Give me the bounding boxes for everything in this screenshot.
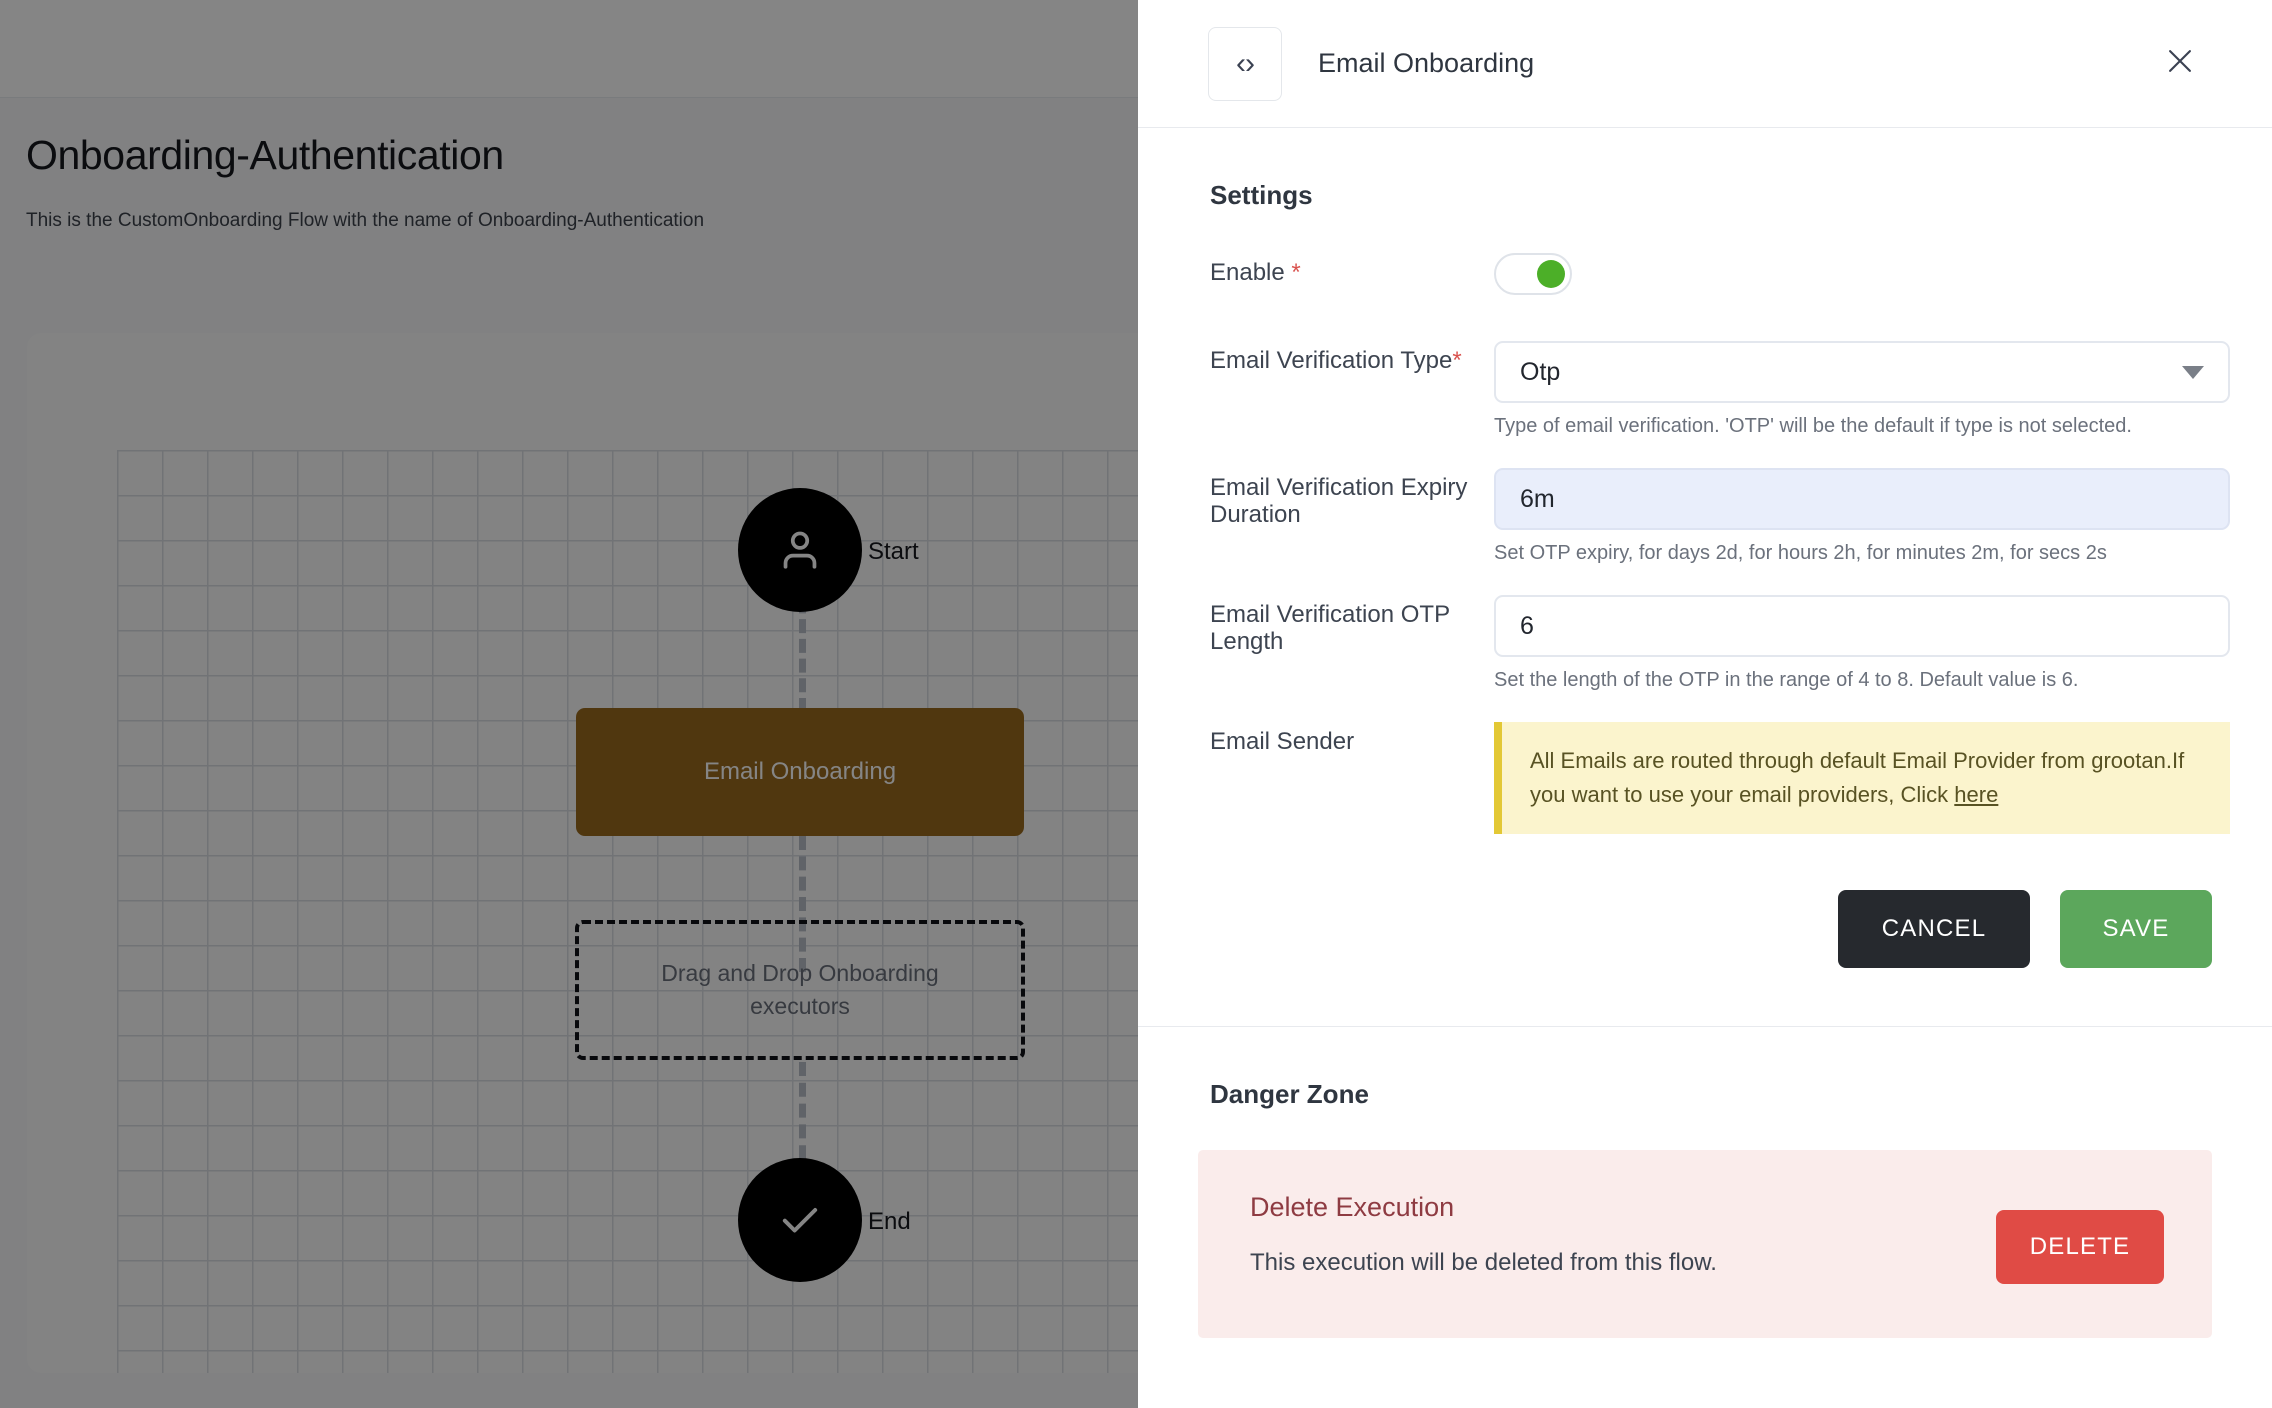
cancel-button[interactable]: CANCEL <box>1838 890 2030 969</box>
delete-execution-title: Delete Execution <box>1250 1192 1455 1223</box>
otp-length-input[interactable]: 6 <box>1494 595 2230 657</box>
field-otp-length-control: 6 Set the length of the OTP in the range… <box>1472 595 2230 720</box>
required-asterisk: * <box>1452 347 1462 374</box>
field-verification-type-control: Otp Type of email verification. 'OTP' wi… <box>1472 341 2230 466</box>
code-brackets-icon: ‹› <box>1236 46 1255 80</box>
save-button[interactable]: SAVE <box>2060 890 2212 969</box>
verification-type-select[interactable]: Otp <box>1494 341 2230 403</box>
code-view-button[interactable]: ‹› <box>1208 26 1282 101</box>
enable-toggle-knob <box>1537 260 1565 288</box>
field-verification-type-label: Email Verification Type* <box>1210 341 1472 466</box>
expiry-duration-helper: Set OTP expiry, for days 2d, for hours 2… <box>1494 542 2107 564</box>
email-onboarding-panel: ‹› Email Onboarding Settings Enable * Em… <box>1138 0 2272 1408</box>
email-sender-notice-text: All Emails are routed through default Em… <box>1530 748 2185 808</box>
field-email-sender-control: All Emails are routed through default Em… <box>1472 722 2230 835</box>
delete-button[interactable]: DELETE <box>1996 1210 2164 1285</box>
panel-title: Email Onboarding <box>1318 48 1535 78</box>
settings-heading: Settings <box>1210 180 1313 210</box>
field-verification-type-label-text: Email Verification Type <box>1210 347 1453 374</box>
field-otp-length-label: Email Verification OTP Length <box>1210 601 1450 656</box>
close-button[interactable] <box>2158 42 2202 86</box>
field-verification-type: Email Verification Type* Otp Type of ema… <box>1210 341 2230 466</box>
delete-execution-text: Delete Execution This execution will be … <box>1250 1192 1996 1277</box>
close-icon <box>2163 44 2197 83</box>
danger-zone: Delete Execution This execution will be … <box>1138 1150 2272 1339</box>
panel-body: Settings Enable * Email Verification Typ… <box>1138 128 2272 1339</box>
required-asterisk: * <box>1291 259 1301 286</box>
expiry-duration-input[interactable]: 6m <box>1494 468 2230 530</box>
field-enable-label-text: Enable <box>1210 259 1292 286</box>
email-sender-notice-link[interactable]: here <box>1954 782 1998 807</box>
field-expiry-duration: Email Verification Expiry Duration 6m Se… <box>1210 468 2230 593</box>
screen: Onboarding-Authentication This is the Cu… <box>0 0 2272 1408</box>
panel-header: ‹› Email Onboarding <box>1138 0 2272 128</box>
otp-length-helper: Set the length of the OTP in the range o… <box>1494 669 2079 691</box>
delete-execution-card: Delete Execution This execution will be … <box>1198 1150 2212 1339</box>
verification-type-helper: Type of email verification. 'OTP' will b… <box>1494 415 2132 437</box>
field-email-sender: Email Sender All Emails are routed throu… <box>1210 722 2230 835</box>
field-email-sender-label: Email Sender <box>1210 728 1355 755</box>
expiry-duration-value: 6m <box>1520 484 1555 513</box>
field-enable-control <box>1472 253 2230 295</box>
email-sender-notice: All Emails are routed through default Em… <box>1494 722 2230 835</box>
field-enable-label: Enable * <box>1210 253 1472 295</box>
field-expiry-duration-control: 6m Set OTP expiry, for days 2d, for hour… <box>1472 468 2230 593</box>
settings-form: Enable * Email Verification Type* Otp Ty… <box>1138 211 2272 835</box>
settings-actions: CANCEL SAVE <box>1138 836 2272 1026</box>
delete-execution-action: DELETE <box>1996 1192 2164 1285</box>
otp-length-value: 6 <box>1520 611 1534 640</box>
verification-type-value: Otp <box>1520 357 1561 386</box>
field-otp-length: Email Verification OTP Length 6 Set the … <box>1210 595 2230 720</box>
enable-toggle[interactable] <box>1494 253 1572 295</box>
field-enable: Enable * <box>1210 253 2230 295</box>
delete-execution-description: This execution will be deleted from this… <box>1250 1249 1717 1277</box>
danger-zone-heading: Danger Zone <box>1210 1079 1369 1110</box>
field-expiry-duration-label: Email Verification Expiry Duration <box>1210 474 1468 529</box>
chevron-down-icon <box>2182 365 2204 379</box>
